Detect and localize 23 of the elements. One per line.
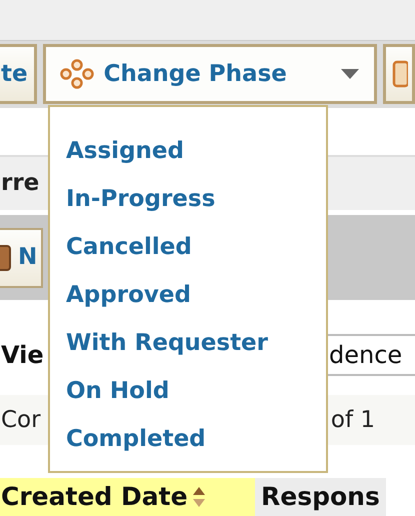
caret-icon xyxy=(340,68,360,80)
phase-icon xyxy=(60,59,94,89)
column-header[interactable]: Respons xyxy=(255,478,386,516)
sort-icon xyxy=(192,485,206,509)
change-phase-button[interactable]: Change Phase xyxy=(42,44,377,104)
box-icon xyxy=(0,244,12,272)
view-field[interactable]: dence xyxy=(325,334,415,376)
new-button[interactable]: N xyxy=(0,228,44,288)
menu-item[interactable]: Approved xyxy=(66,271,326,319)
column-header[interactable]: Created Date xyxy=(0,478,255,516)
menu-item[interactable]: Cancelled xyxy=(66,223,326,271)
clipboard-icon xyxy=(392,59,408,89)
toolbar-button[interactable] xyxy=(383,44,415,104)
toolbar-button[interactable]: te xyxy=(0,44,37,104)
menu-item[interactable]: With Requester xyxy=(66,319,326,367)
count-label: Cor xyxy=(1,406,41,435)
menu-item[interactable]: On Hold xyxy=(66,367,326,415)
menu-item[interactable]: Assigned xyxy=(66,127,326,175)
menu-item[interactable]: Completed xyxy=(66,415,326,463)
section-label: rre xyxy=(1,169,40,198)
page-info: of 1 xyxy=(330,406,375,435)
menu-item[interactable]: In-Progress xyxy=(66,175,326,223)
view-label: Vie xyxy=(1,340,44,371)
